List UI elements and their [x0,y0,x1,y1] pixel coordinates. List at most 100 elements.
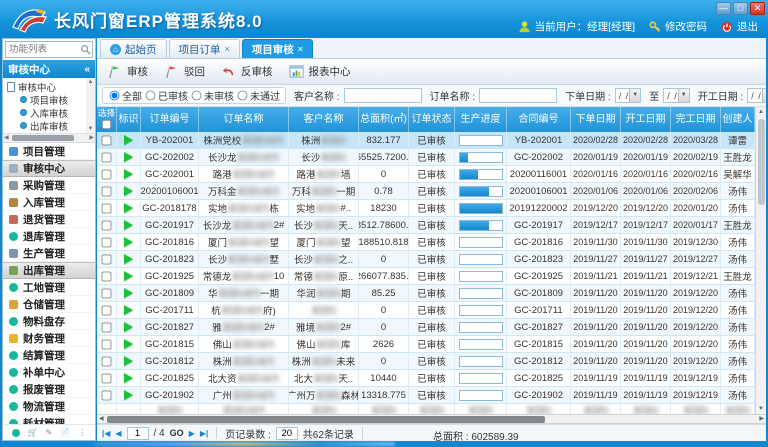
table-row[interactable]: GC-201902广州某国际城市广州万某国际森林13318.775已审核GC-2… [97,387,755,404]
cart-icon[interactable]: 🛒 [28,428,38,437]
leaf-icon[interactable]: ✎ [46,428,53,437]
column-header-8[interactable]: 合同编号 [507,107,571,132]
table-row-partial[interactable]: 某国际某国际城市某国际某国际某国际某国际某国际某国际某国际某国际某国际 [97,404,755,414]
table-row[interactable]: 20200106001万科金某国际城市万科某国际一期0.78已审核2020010… [97,183,755,200]
sidebar-module-1[interactable]: 审核中心 [3,160,95,177]
tree-horizontal-scrollbar[interactable]: ◀ ▶ [3,134,95,143]
grid-hscroll-thumb[interactable] [107,416,545,423]
go-button[interactable]: GO [170,428,184,438]
sidebar-module-14[interactable]: 报废管理 [3,381,95,398]
column-header-3[interactable]: 订单名称 [199,107,289,132]
sidebar-module-9[interactable]: 仓储管理 [3,296,95,313]
grid-vscroll-thumb[interactable] [758,119,765,205]
sidebar-module-7[interactable]: 出库管理 [3,262,95,279]
tree-vertical-scrollbar[interactable]: ▲▼ [86,78,95,133]
search-icon[interactable] [80,44,92,55]
table-row[interactable]: GC-201812株洲某国际城市株洲某国际未来0已审核GC-2018122019… [97,353,755,370]
table-row[interactable]: GC-201711杭某国际城市府)某国际0已审核GC-2017112019/11… [97,302,755,319]
row-checkbox[interactable] [102,339,112,349]
sidebar-module-12[interactable]: 结算管理 [3,347,95,364]
tab-item-2[interactable]: 项目审核× [242,39,313,58]
table-row[interactable]: GC-202002长沙龙某国际城市长沙某国际65525.7200..已审核GC-… [97,149,755,166]
change-password-button[interactable]: 修改密码 [649,19,707,34]
column-header-10[interactable]: 开工日期 [621,107,671,132]
table-row[interactable]: GC-201816厦门某国际城市望厦门某国际望188510.818已审核GC-2… [97,234,755,251]
close-tab-icon[interactable]: × [298,44,303,54]
collapse-panel-button[interactable]: « [84,64,90,75]
sidebar-module-15[interactable]: 物流管理 [3,398,95,415]
sidebar-module-13[interactable]: 补单中心 [3,364,95,381]
table-row[interactable]: YB-202001株洲党校某国际城市株洲某国际832.177已审核YB-2020… [97,132,755,149]
sidebar-module-11[interactable]: 财务管理 [3,330,95,347]
row-checkbox[interactable] [102,271,112,281]
table-row[interactable]: GC-201827雅某国际城市2#雅境某国际2#0已审核GC-201827201… [97,319,755,336]
grid-vertical-scrollbar[interactable]: ▲ ▼ [755,107,766,414]
column-header-6[interactable]: 订单状态 [409,107,455,132]
tab-item-1[interactable]: 项目订单× [169,39,240,58]
table-row[interactable]: GC-202001路港某国际城市路港某国际墙0已审核20200116001202… [97,166,755,183]
sidebar-module-5[interactable]: 退库管理 [3,228,95,245]
sidebar-module-4[interactable]: 退货管理 [3,211,95,228]
row-checkbox[interactable] [102,186,112,196]
first-page-button[interactable]: |◀ [102,429,110,438]
column-header-4[interactable]: 客户名称 [289,107,359,132]
doc-icon[interactable]: 📄 [60,428,70,437]
radio-input[interactable] [192,91,202,101]
column-header-0[interactable]: 选择 [97,107,117,132]
order-name-input[interactable] [479,88,557,103]
column-header-7[interactable]: 生产进度 [455,107,507,132]
column-header-9[interactable]: 下单日期 [571,107,621,132]
row-checkbox[interactable] [102,237,112,247]
module-dot-icon[interactable] [12,429,20,437]
start-date-picker[interactable]: / /▼ [747,88,766,103]
row-checkbox[interactable] [102,373,112,383]
minimize-button[interactable]: — [716,2,731,15]
status-radio-3[interactable]: 未通过 [236,88,280,103]
tree-item-2[interactable]: 出库审核 [7,119,85,132]
table-row[interactable]: GC-201809华某国际城市一期华润某国际期85.25已审核GC-201809… [97,285,755,302]
status-radio-2[interactable]: 未审核 [190,88,234,103]
报表中心-button[interactable]: 报表中心 [289,64,351,79]
customer-name-input[interactable] [344,88,422,103]
row-checkbox[interactable] [102,254,112,264]
column-header-5[interactable]: 总面积(㎡) [359,107,409,132]
sidebar-module-0[interactable]: 项目管理 [3,143,95,160]
column-header-11[interactable]: 完工日期 [671,107,721,132]
prev-page-button[interactable]: ◀ [115,429,121,438]
last-page-button[interactable]: ▶| [200,429,208,438]
row-checkbox[interactable] [102,288,112,298]
tree-scroll-thumb[interactable] [12,135,74,141]
status-radio-1[interactable]: 已审核 [144,88,188,103]
row-checkbox[interactable] [102,203,112,213]
审核-button[interactable]: 审核 [107,64,148,79]
logout-button[interactable]: 退出 [721,19,758,34]
tree-root[interactable]: 审核中心 [7,80,85,93]
驳回-button[interactable]: 驳回 [164,64,205,79]
next-page-button[interactable]: ▶ [189,429,195,438]
close-tab-icon[interactable]: × [225,44,230,54]
page-number-input[interactable] [127,427,149,440]
row-checkbox[interactable] [102,390,112,400]
column-header-2[interactable]: 订单编号 [141,107,199,132]
sidebar-module-10[interactable]: 物料盘存 [3,313,95,330]
row-checkbox[interactable] [102,356,112,366]
radio-input[interactable] [238,91,248,101]
sidebar-module-16[interactable]: 耗材管理 [3,415,95,424]
status-radio-0[interactable]: 全部 [108,88,142,103]
tree-item-1[interactable]: 入库审核 [7,106,85,119]
maximize-button[interactable]: □ [733,2,748,15]
tab-home[interactable]: ⌂起始页 [100,39,167,58]
search-input[interactable] [6,44,80,55]
grid-horizontal-scrollbar[interactable]: ◀ ▶ [97,414,766,424]
order-date-to-picker[interactable]: / /▼ [663,88,690,103]
row-checkbox[interactable] [102,169,112,179]
row-checkbox[interactable] [102,135,112,145]
table-row[interactable]: GC-201815佛山某国际城市佛山某国际库2626已审核GC-20181520… [97,336,755,353]
sidebar-module-6[interactable]: 生产管理 [3,245,95,262]
table-row[interactable]: GC-201925常德龙某国际城市10常德某国际原..266077.835..已… [97,268,755,285]
page-size-input[interactable] [276,427,298,440]
close-button[interactable]: ✕ [750,2,765,15]
table-row[interactable]: GC-201917长沙龙某国际城市2#长沙某国际天..8512.78600..已… [97,217,755,234]
row-checkbox[interactable] [102,305,112,315]
sidebar-module-8[interactable]: 工地管理 [3,279,95,296]
